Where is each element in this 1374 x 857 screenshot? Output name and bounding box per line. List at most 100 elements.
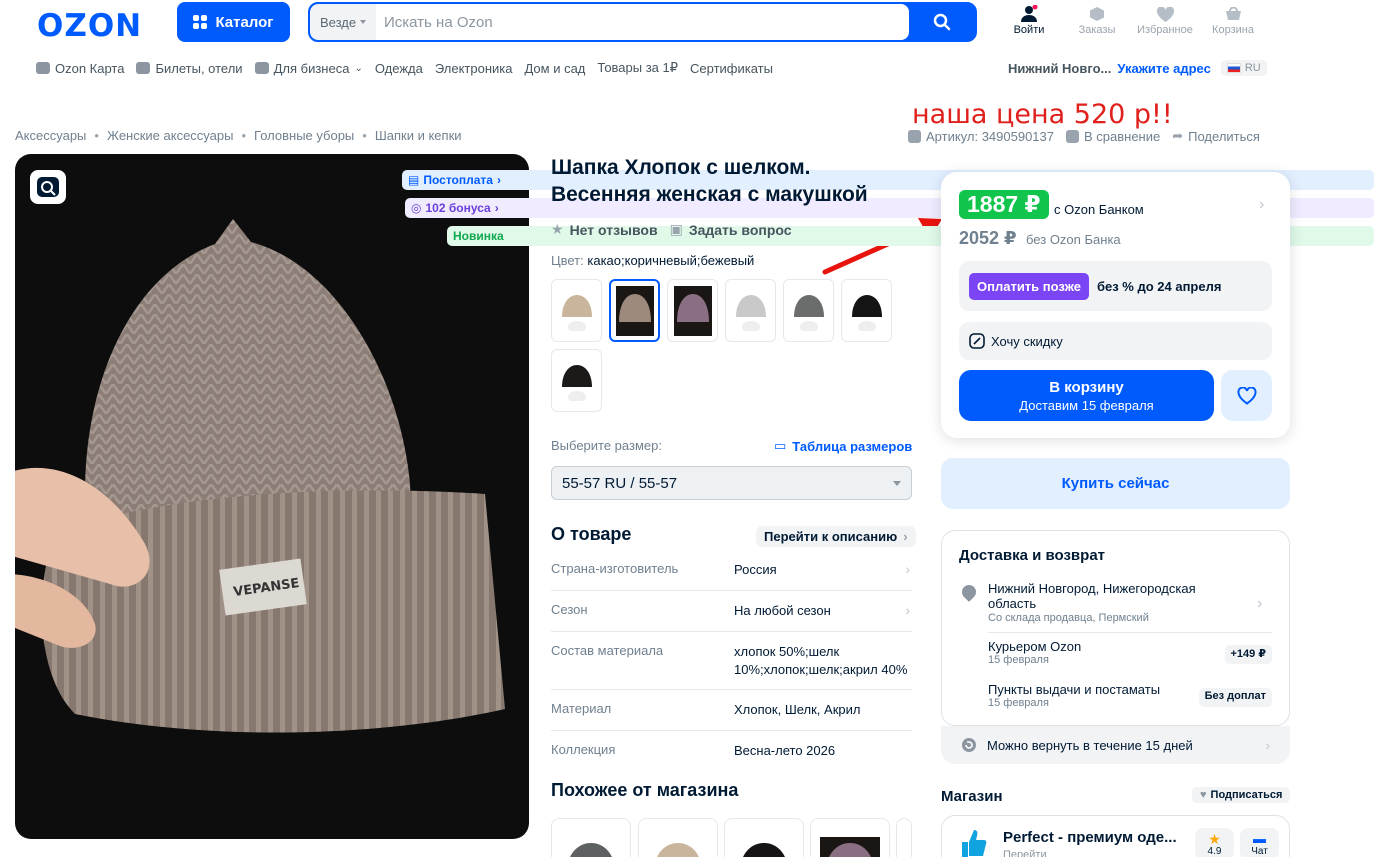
chevron-right-icon: › <box>905 602 910 618</box>
header-cart[interactable]: Корзина <box>1203 4 1263 36</box>
size-table-link[interactable]: ▭ Таблица размеров <box>774 438 912 454</box>
shop-chat-label: Чат <box>1251 846 1268 857</box>
return-policy[interactable]: Можно вернуть в течение 15 дней › <box>941 726 1290 764</box>
breadcrumb-item[interactable]: Шапки и кепки <box>375 128 462 143</box>
search-icon <box>933 13 951 31</box>
header-orders[interactable]: Заказы <box>1067 4 1127 36</box>
reviews-row: ★ Нет отзывов ▣ Задать вопрос <box>551 221 792 238</box>
language-switch[interactable]: RU <box>1220 60 1267 76</box>
delivery-heading: Доставка и возврат <box>959 547 1106 564</box>
header-favorites[interactable]: Избранное <box>1135 4 1195 36</box>
hat-thumb-icon <box>820 837 880 857</box>
breadcrumb-item[interactable]: Аксессуары <box>15 128 86 143</box>
city-selector[interactable]: Нижний Новго... <box>1008 61 1111 76</box>
buy-now-button[interactable]: Купить сейчас <box>941 458 1290 509</box>
spec-row[interactable]: Страна-изготовитель Россия › <box>551 561 912 591</box>
nav-tickets[interactable]: Билеты, отели <box>136 60 243 76</box>
want-discount-button[interactable]: Хочу скидку <box>959 322 1272 360</box>
nav-label: Билеты, отели <box>155 60 243 76</box>
spec-row: Коллекция Весна-лето 2026 <box>551 742 912 764</box>
product-photo[interactable]: VEPANSE <box>15 154 529 839</box>
card-price-label: с Ozon Банком <box>1054 202 1144 217</box>
nav-home[interactable]: Дом и сад <box>524 61 585 76</box>
breadcrumb: Аксессуары • Женские аксессуары • Головные… <box>15 128 462 143</box>
bonus-label: 102 бонуса <box>425 201 491 215</box>
camera-search-icon <box>37 177 59 197</box>
size-label: Выберите размер: <box>551 438 662 453</box>
visual-search-button[interactable] <box>30 170 66 204</box>
nav-certificates[interactable]: Сертификаты <box>690 61 773 76</box>
header-login-label: Войти <box>1013 24 1045 36</box>
search-button[interactable] <box>909 4 975 40</box>
spec-value: На любой сезон <box>734 603 831 618</box>
shop-chat-button[interactable]: ▬ Чат <box>1240 828 1279 857</box>
regular-price-label: без Ozon Банка <box>1026 232 1121 247</box>
shop-name[interactable]: Perfect - премиум оде... <box>1003 829 1177 846</box>
article-number[interactable]: Артикул: 3490590137 <box>908 129 1054 144</box>
color-variants <box>551 279 896 412</box>
similar-item[interactable] <box>551 818 631 857</box>
ask-question-link[interactable]: ▣ Задать вопрос <box>670 221 792 238</box>
to-description-label: Перейти к описанию <box>764 529 898 544</box>
compare-link[interactable]: В сравнение <box>1066 129 1160 144</box>
subscribe-button[interactable]: ♥ Подписаться <box>1192 787 1291 803</box>
breadcrumb-item[interactable]: Женские аксессуары <box>107 128 234 143</box>
hat-thumb-icon <box>657 843 699 857</box>
copy-icon <box>908 129 921 143</box>
search-scope-label: Везде <box>320 14 357 30</box>
address-link[interactable]: Укажите адрес <box>1117 61 1210 76</box>
return-label: Можно вернуть в течение 15 дней <box>987 737 1193 753</box>
cart-icon <box>1225 6 1241 20</box>
search-input[interactable] <box>376 4 909 40</box>
similar-item[interactable] <box>896 818 912 857</box>
spec-key: Страна-изготовитель <box>551 561 679 576</box>
catalog-button[interactable]: Каталог <box>177 2 290 42</box>
color-variant[interactable] <box>725 279 776 342</box>
chevron-right-icon[interactable]: › <box>1259 196 1264 214</box>
shop-heading: Магазин <box>941 788 1003 805</box>
breadcrumb-item[interactable]: Головные уборы <box>254 128 354 143</box>
nav-one-ruble[interactable]: Товары за 1₽ <box>597 60 678 76</box>
delivery-option-price: Без доплат <box>1198 688 1272 707</box>
pay-later-button[interactable]: Оплатить позже <box>969 272 1089 300</box>
nav-business[interactable]: Для бизнеса ⌄ <box>254 61 363 76</box>
box-icon <box>1090 7 1104 21</box>
header-login[interactable]: Войти <box>999 4 1059 36</box>
ozon-logo[interactable]: OZON <box>37 8 142 44</box>
size-select[interactable]: 55-57 RU / 55-57 <box>551 466 912 500</box>
share-link[interactable]: ➦ Поделиться <box>1172 128 1260 144</box>
spec-value: хлопок 50%;шелк 10%;хлопок;шелк;акрил 40… <box>734 644 908 677</box>
add-to-favorites-button[interactable] <box>1221 370 1272 421</box>
nav-clothes[interactable]: Одежда <box>375 61 423 76</box>
hat-thumb-icon <box>561 294 592 331</box>
reviews-label: Нет отзывов <box>569 221 658 238</box>
card-icon <box>36 62 50 74</box>
similar-item[interactable] <box>638 818 718 857</box>
color-variant[interactable] <box>667 279 718 342</box>
similar-item[interactable] <box>724 818 804 857</box>
nav-electronics[interactable]: Электроника <box>435 61 513 76</box>
color-variant[interactable] <box>783 279 834 342</box>
color-variant[interactable] <box>841 279 892 342</box>
add-to-cart-button[interactable]: В корзину Доставим 15 февраля <box>959 370 1214 421</box>
add-to-cart-label: В корзину <box>1049 379 1124 396</box>
delivery-option-date: 15 февраля <box>988 654 1049 666</box>
delivery-city[interactable]: Нижний Новгород, Нижегородская область С… <box>988 581 1228 626</box>
coin-icon: ◎ <box>411 201 422 215</box>
size-value: 55-57 RU / 55-57 <box>562 474 678 492</box>
chevron-down-icon: ⌄ <box>354 62 363 74</box>
pay-later-block[interactable]: Оплатить позже без % до 24 апреля <box>959 261 1272 311</box>
reviews-link[interactable]: ★ Нет отзывов <box>551 221 658 238</box>
shop-link[interactable]: Перейти <box>1003 849 1047 857</box>
search-scope-select[interactable]: Везде <box>310 4 376 40</box>
similar-item[interactable] <box>810 818 890 857</box>
to-description-button[interactable]: Перейти к описанию › <box>756 526 916 547</box>
spec-value: Россия <box>734 562 777 577</box>
color-variant[interactable] <box>551 349 602 412</box>
color-variant-selected[interactable] <box>609 279 660 342</box>
chevron-right-icon[interactable]: › <box>1257 595 1262 613</box>
spec-row[interactable]: Сезон На любой сезон › <box>551 602 912 632</box>
thumbs-up-icon <box>962 830 987 857</box>
nav-ozon-card[interactable]: Ozon Карта <box>36 61 124 76</box>
color-variant[interactable] <box>551 279 602 342</box>
